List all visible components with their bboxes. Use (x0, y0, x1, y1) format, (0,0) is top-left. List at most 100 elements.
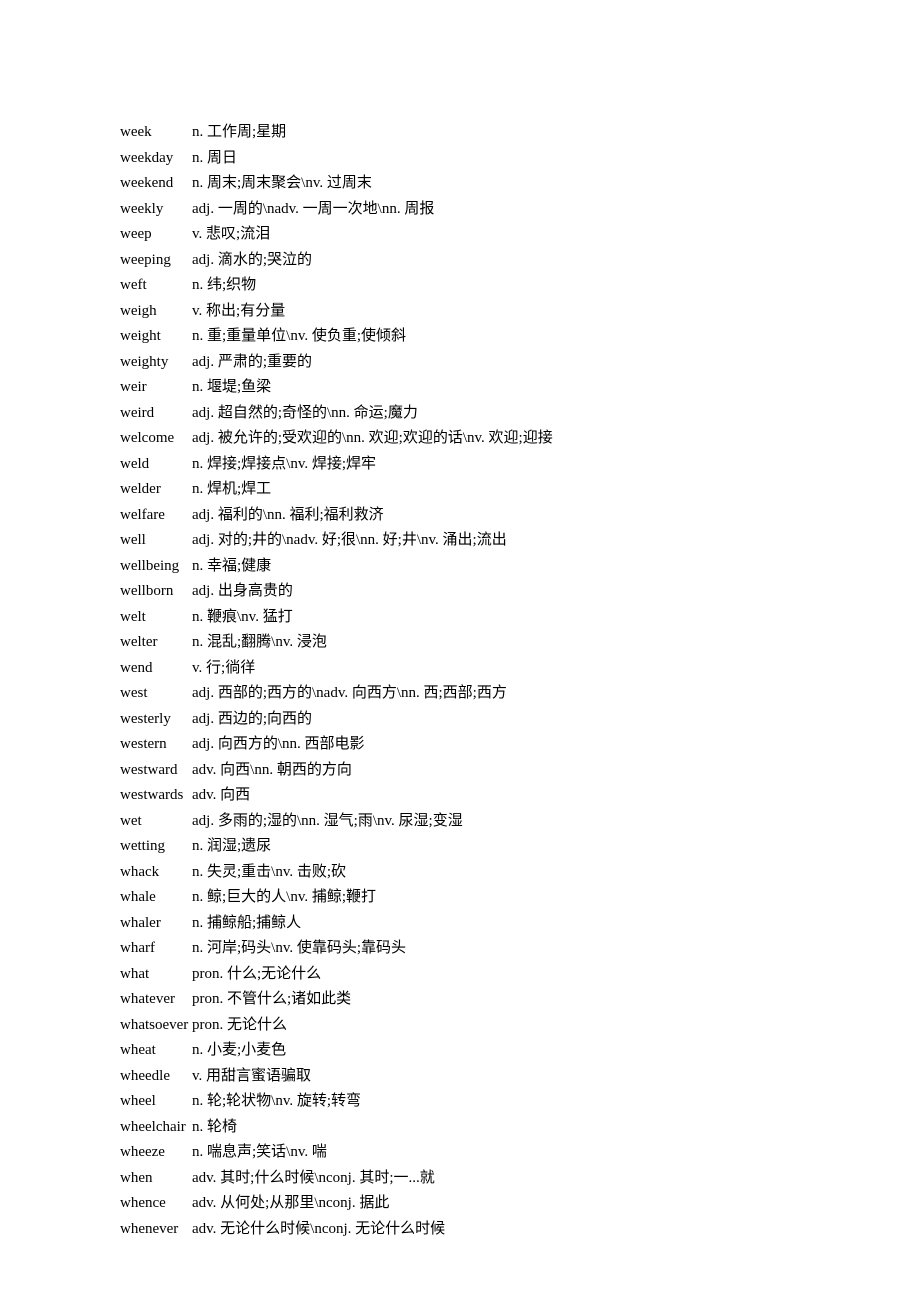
dictionary-entry: wheedlev. 用甜言蜜语骗取 (120, 1064, 800, 1090)
dictionary-page: weekn. 工作周;星期weekdayn. 周日weekendn. 周末;周末… (0, 0, 920, 1242)
dictionary-entry: whateverpron. 不管什么;诸如此类 (120, 987, 800, 1013)
entry-definition: pron. 不管什么;诸如此类 (192, 991, 351, 1007)
dictionary-entry: weightn. 重;重量单位\nv. 使负重;使倾斜 (120, 324, 800, 350)
entry-word: welcome (120, 426, 192, 452)
dictionary-entry: weldn. 焊接;焊接点\nv. 焊接;焊牢 (120, 452, 800, 478)
dictionary-entry: weepingadj. 滴水的;哭泣的 (120, 248, 800, 274)
entry-word: wheelchair (120, 1115, 192, 1141)
entry-word: weld (120, 452, 192, 478)
entry-word: welt (120, 605, 192, 631)
dictionary-entry: wetadj. 多雨的;湿的\nn. 湿气;雨\nv. 尿湿;变湿 (120, 809, 800, 835)
dictionary-entry: weirdadj. 超自然的;奇怪的\nn. 命运;魔力 (120, 401, 800, 427)
entry-definition: adj. 西部的;西方的\nadv. 向西方\nn. 西;西部;西方 (192, 685, 507, 701)
entry-definition: adj. 一周的\nadv. 一周一次地\nn. 周报 (192, 201, 434, 217)
entry-word: wheeze (120, 1140, 192, 1166)
entry-definition: n. 鞭痕\nv. 猛打 (192, 609, 293, 625)
dictionary-entry: wellbornadj. 出身高贵的 (120, 579, 800, 605)
entry-word: wend (120, 656, 192, 682)
dictionary-entry: welfareadj. 福利的\nn. 福利;福利救济 (120, 503, 800, 529)
dictionary-entry: whalen. 鲸;巨大的人\nv. 捕鲸;鞭打 (120, 885, 800, 911)
entry-word: wharf (120, 936, 192, 962)
entry-definition: n. 焊机;焊工 (192, 481, 271, 497)
entry-definition: adj. 多雨的;湿的\nn. 湿气;雨\nv. 尿湿;变湿 (192, 813, 463, 829)
dictionary-entry: wharfn. 河岸;码头\nv. 使靠码头;靠码头 (120, 936, 800, 962)
entry-word: wetting (120, 834, 192, 860)
entry-word: weft (120, 273, 192, 299)
entry-definition: adj. 向西方的\nn. 西部电影 (192, 736, 365, 752)
entry-definition: adj. 严肃的;重要的 (192, 354, 312, 370)
dictionary-entry: westwardadv. 向西\nn. 朝西的方向 (120, 758, 800, 784)
entry-word: wheedle (120, 1064, 192, 1090)
entry-word: weeping (120, 248, 192, 274)
dictionary-entry: westadj. 西部的;西方的\nadv. 向西方\nn. 西;西部;西方 (120, 681, 800, 707)
entry-word: westward (120, 758, 192, 784)
dictionary-entry: weepv. 悲叹;流泪 (120, 222, 800, 248)
entry-word: weir (120, 375, 192, 401)
entry-definition: adv. 向西\nn. 朝西的方向 (192, 762, 352, 778)
dictionary-entry: whenceadv. 从何处;从那里\nconj. 据此 (120, 1191, 800, 1217)
entry-word: weight (120, 324, 192, 350)
dictionary-entry: wellbeingn. 幸福;健康 (120, 554, 800, 580)
entry-word: wheel (120, 1089, 192, 1115)
entry-word: weigh (120, 299, 192, 325)
dictionary-entry: weightyadj. 严肃的;重要的 (120, 350, 800, 376)
dictionary-entry: weekn. 工作周;星期 (120, 120, 800, 146)
dictionary-entry: wheeln. 轮;轮状物\nv. 旋转;转弯 (120, 1089, 800, 1115)
dictionary-entry: weeklyadj. 一周的\nadv. 一周一次地\nn. 周报 (120, 197, 800, 223)
dictionary-entry: whalern. 捕鲸船;捕鲸人 (120, 911, 800, 937)
entry-definition: adj. 福利的\nn. 福利;福利救济 (192, 507, 384, 523)
dictionary-entry: weftn. 纬;织物 (120, 273, 800, 299)
entry-definition: n. 堰堤;鱼梁 (192, 379, 271, 395)
dictionary-entry: whackn. 失灵;重击\nv. 击败;砍 (120, 860, 800, 886)
dictionary-entry: westernadj. 向西方的\nn. 西部电影 (120, 732, 800, 758)
dictionary-entry: weekendn. 周末;周末聚会\nv. 过周末 (120, 171, 800, 197)
entry-word: whence (120, 1191, 192, 1217)
entry-definition: n. 捕鲸船;捕鲸人 (192, 915, 301, 931)
entry-word: whaler (120, 911, 192, 937)
entry-word: whatsoever (120, 1013, 192, 1039)
entry-definition: n. 润湿;遗尿 (192, 838, 271, 854)
entry-word: whale (120, 885, 192, 911)
dictionary-entry: westwardsadv. 向西 (120, 783, 800, 809)
entry-word: wheat (120, 1038, 192, 1064)
dictionary-entry: weldern. 焊机;焊工 (120, 477, 800, 503)
entry-definition: n. 失灵;重击\nv. 击败;砍 (192, 864, 346, 880)
dictionary-entry: weighv. 称出;有分量 (120, 299, 800, 325)
entry-definition: v. 用甜言蜜语骗取 (192, 1068, 311, 1084)
entry-definition: n. 鲸;巨大的人\nv. 捕鲸;鞭打 (192, 889, 376, 905)
entry-definition: adv. 从何处;从那里\nconj. 据此 (192, 1195, 389, 1211)
entry-word: weekday (120, 146, 192, 172)
dictionary-entry: weltern. 混乱;翻腾\nv. 浸泡 (120, 630, 800, 656)
dictionary-entry: weltn. 鞭痕\nv. 猛打 (120, 605, 800, 631)
dictionary-entry: welladj. 对的;井的\nadv. 好;很\nn. 好;井\nv. 涌出;… (120, 528, 800, 554)
dictionary-entry: whatsoeverpron. 无论什么 (120, 1013, 800, 1039)
entry-word: wellbeing (120, 554, 192, 580)
entry-definition: n. 工作周;星期 (192, 124, 286, 140)
entry-definition: v. 悲叹;流泪 (192, 226, 270, 242)
dictionary-entry: weekdayn. 周日 (120, 146, 800, 172)
dictionary-entry: wheatn. 小麦;小麦色 (120, 1038, 800, 1064)
entry-definition: n. 小麦;小麦色 (192, 1042, 286, 1058)
entry-definition: n. 重;重量单位\nv. 使负重;使倾斜 (192, 328, 406, 344)
entry-list: weekn. 工作周;星期weekdayn. 周日weekendn. 周末;周末… (120, 120, 800, 1242)
entry-definition: n. 周末;周末聚会\nv. 过周末 (192, 175, 372, 191)
entry-definition: adj. 被允许的;受欢迎的\nn. 欢迎;欢迎的话\nv. 欢迎;迎接 (192, 430, 553, 446)
dictionary-entry: wettingn. 润湿;遗尿 (120, 834, 800, 860)
entry-word: welfare (120, 503, 192, 529)
entry-word: whatever (120, 987, 192, 1013)
entry-word: whenever (120, 1217, 192, 1243)
entry-word: weekend (120, 171, 192, 197)
entry-definition: adj. 超自然的;奇怪的\nn. 命运;魔力 (192, 405, 418, 421)
dictionary-entry: wheezen. 喘息声;笑话\nv. 喘 (120, 1140, 800, 1166)
entry-definition: adj. 出身高贵的 (192, 583, 293, 599)
entry-definition: n. 幸福;健康 (192, 558, 271, 574)
dictionary-entry: welcomeadj. 被允许的;受欢迎的\nn. 欢迎;欢迎的话\nv. 欢迎… (120, 426, 800, 452)
entry-definition: adv. 其时;什么时候\nconj. 其时;一...就 (192, 1170, 435, 1186)
entry-definition: n. 纬;织物 (192, 277, 256, 293)
entry-word: west (120, 681, 192, 707)
entry-definition: n. 周日 (192, 150, 237, 166)
entry-definition: v. 行;徜徉 (192, 660, 255, 676)
entry-word: weird (120, 401, 192, 427)
entry-definition: adj. 西边的;向西的 (192, 711, 312, 727)
entry-word: westerly (120, 707, 192, 733)
